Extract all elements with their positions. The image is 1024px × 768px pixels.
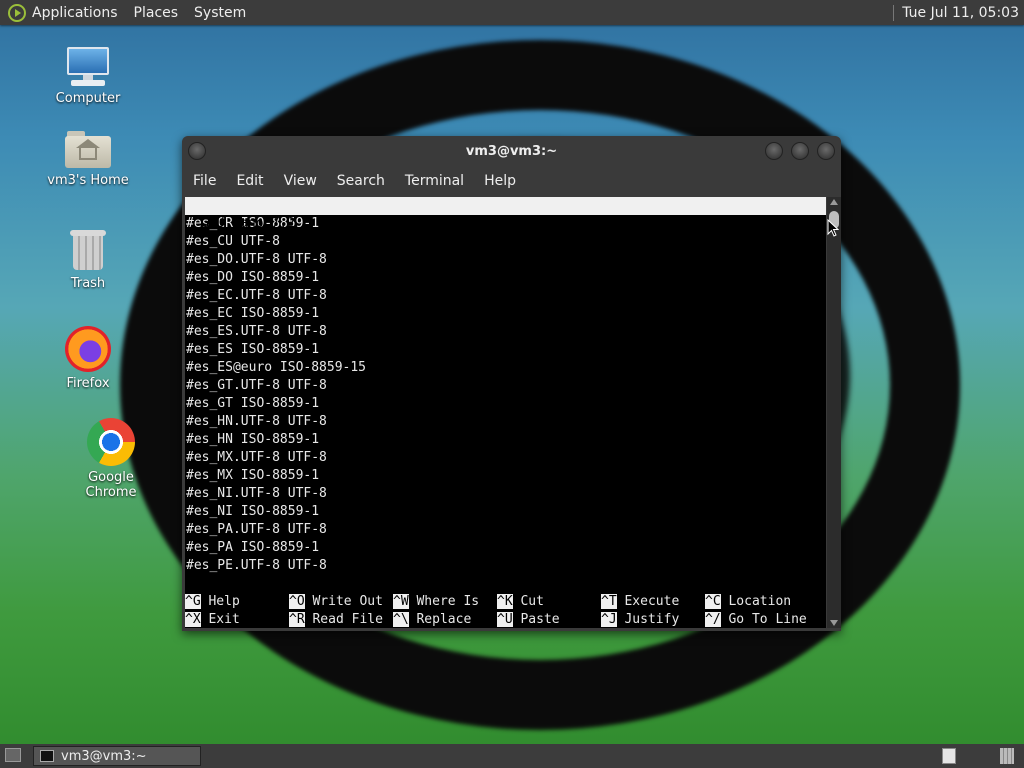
scroll-down-icon[interactable]	[830, 620, 838, 626]
shortcut-write-out: ^O Write Out	[289, 594, 383, 609]
buffer-line: #es_EC.UTF-8 UTF-8	[186, 288, 327, 303]
menu-search[interactable]: Search	[337, 173, 385, 189]
panel-separator	[893, 4, 895, 21]
window-title: vm3@vm3:~	[465, 143, 558, 159]
applications-menu[interactable]: Applications	[32, 5, 118, 21]
desktop-icon-label: vm3's Home	[47, 173, 129, 188]
scroll-up-icon[interactable]	[830, 199, 838, 205]
desktop-icon-chrome[interactable]: Google Chrome	[61, 418, 161, 500]
buffer-line: #es_ES@euro ISO-8859-15	[186, 360, 367, 375]
shortcut-justify: ^J Justify	[601, 612, 680, 627]
desktop-icon-label: Google Chrome	[85, 470, 137, 500]
window-titlebar[interactable]: vm3@vm3:~	[182, 136, 841, 166]
desktop-icon-label: Computer	[55, 91, 121, 106]
shortcut-row-1: ^G Help ^O Write Out ^W Where Is ^K Cut …	[185, 593, 826, 611]
firefox-icon	[65, 326, 111, 372]
window-menu-icon[interactable]	[188, 142, 206, 160]
buffer-line: #es_PE.UTF-8 UTF-8	[186, 558, 327, 573]
shortcut-where-is: ^W Where Is	[393, 594, 480, 609]
shortcut-location: ^C Location	[705, 594, 792, 609]
menu-help[interactable]: Help	[484, 173, 516, 189]
window-menubar: File Edit View Search Terminal Help	[182, 166, 841, 196]
nano-version: GNU nano 7.2	[201, 216, 295, 231]
nano-buffer[interactable]: #es_CR ISO-8859-1 #es_CU UTF-8 #es_DO.UT…	[185, 215, 826, 575]
shortcut-go-to-line: ^/ Go To Line	[705, 612, 807, 627]
buffer-line: #es_PA ISO-8859-1	[186, 540, 320, 555]
buffer-line: #es_HN ISO-8859-1	[186, 432, 320, 447]
nano-shortcuts: ^G Help ^O Write Out ^W Where Is ^K Cut …	[185, 593, 826, 629]
desktop-icon-label: Trash	[70, 276, 106, 291]
shortcut-help: ^G Help	[185, 594, 240, 609]
buffer-line: #es_PA.UTF-8 UTF-8	[186, 522, 327, 537]
terminal-window: vm3@vm3:~ File Edit View Search Terminal…	[182, 136, 841, 631]
shortcut-replace: ^\ Replace	[393, 612, 472, 627]
buffer-line: #es_MX.UTF-8 UTF-8	[186, 450, 327, 465]
menu-logo-icon[interactable]	[8, 3, 26, 22]
menu-terminal[interactable]: Terminal	[405, 173, 464, 189]
show-desktop-icon[interactable]	[5, 748, 21, 762]
terminal-scrollbar[interactable]	[827, 197, 841, 628]
desktop-icon-label: Firefox	[66, 376, 110, 391]
menu-edit[interactable]: Edit	[236, 173, 263, 189]
nano-filename: /etc/locale.gen	[458, 234, 576, 249]
system-menu[interactable]: System	[194, 5, 246, 21]
buffer-line: #es_ES ISO-8859-1	[186, 342, 320, 357]
nano-header: GNU nano 7.2 /etc/locale.gen Modified	[185, 197, 826, 267]
workspace-switcher[interactable]	[942, 748, 956, 764]
bottom-panel: vm3@vm3:~	[0, 744, 1024, 768]
shortcut-paste: ^U Paste	[497, 612, 560, 627]
buffer-line: #es_DO ISO-8859-1	[186, 270, 320, 285]
places-menu[interactable]: Places	[134, 5, 179, 21]
desktop-icon-home[interactable]: vm3's Home	[38, 129, 138, 188]
desktop-icon-computer[interactable]: Computer	[38, 47, 138, 106]
buffer-line: #es_HN.UTF-8 UTF-8	[186, 414, 327, 429]
buffer-line: #es_NI ISO-8859-1	[186, 504, 320, 519]
shortcut-row-2: ^X Exit ^R Read File ^\ Replace ^U Paste…	[185, 611, 826, 629]
shortcut-exit: ^X Exit	[185, 612, 240, 627]
close-icon[interactable]	[817, 142, 835, 160]
taskbar-terminal-button[interactable]: vm3@vm3:~	[33, 746, 201, 766]
computer-icon	[65, 47, 111, 87]
task-label: vm3@vm3:~	[61, 748, 147, 764]
home-folder-icon	[65, 129, 111, 169]
minimize-icon[interactable]	[765, 142, 783, 160]
nano-status: Modified	[747, 252, 810, 267]
buffer-line: #es_DO.UTF-8 UTF-8	[186, 252, 327, 267]
buffer-line: #es_EC ISO-8859-1	[186, 306, 320, 321]
terminal-icon	[40, 750, 54, 762]
clock[interactable]: Tue Jul 11, 05:03	[902, 5, 1019, 21]
shortcut-read-file: ^R Read File	[289, 612, 383, 627]
chrome-icon	[87, 418, 135, 466]
buffer-line: #es_NI.UTF-8 UTF-8	[186, 486, 327, 501]
desktop-icon-firefox[interactable]: Firefox	[38, 326, 138, 391]
desktop-icon-trash[interactable]: Trash	[38, 228, 138, 291]
buffer-line: #es_MX ISO-8859-1	[186, 468, 320, 483]
maximize-icon[interactable]	[791, 142, 809, 160]
shortcut-execute: ^T Execute	[601, 594, 680, 609]
top-panel: Applications Places System Tue Jul 11, 0…	[0, 0, 1024, 25]
mouse-pointer-icon	[827, 219, 839, 237]
menu-view[interactable]: View	[284, 173, 317, 189]
panel-trash-icon[interactable]	[1000, 748, 1014, 764]
buffer-line: #es_GT ISO-8859-1	[186, 396, 320, 411]
buffer-line: #es_ES.UTF-8 UTF-8	[186, 324, 327, 339]
trash-icon	[70, 228, 106, 272]
menu-file[interactable]: File	[193, 173, 216, 189]
shortcut-cut: ^K Cut	[497, 594, 544, 609]
terminal-area[interactable]: GNU nano 7.2 /etc/locale.gen Modified #e…	[185, 197, 826, 628]
buffer-line: #es_GT.UTF-8 UTF-8	[186, 378, 327, 393]
